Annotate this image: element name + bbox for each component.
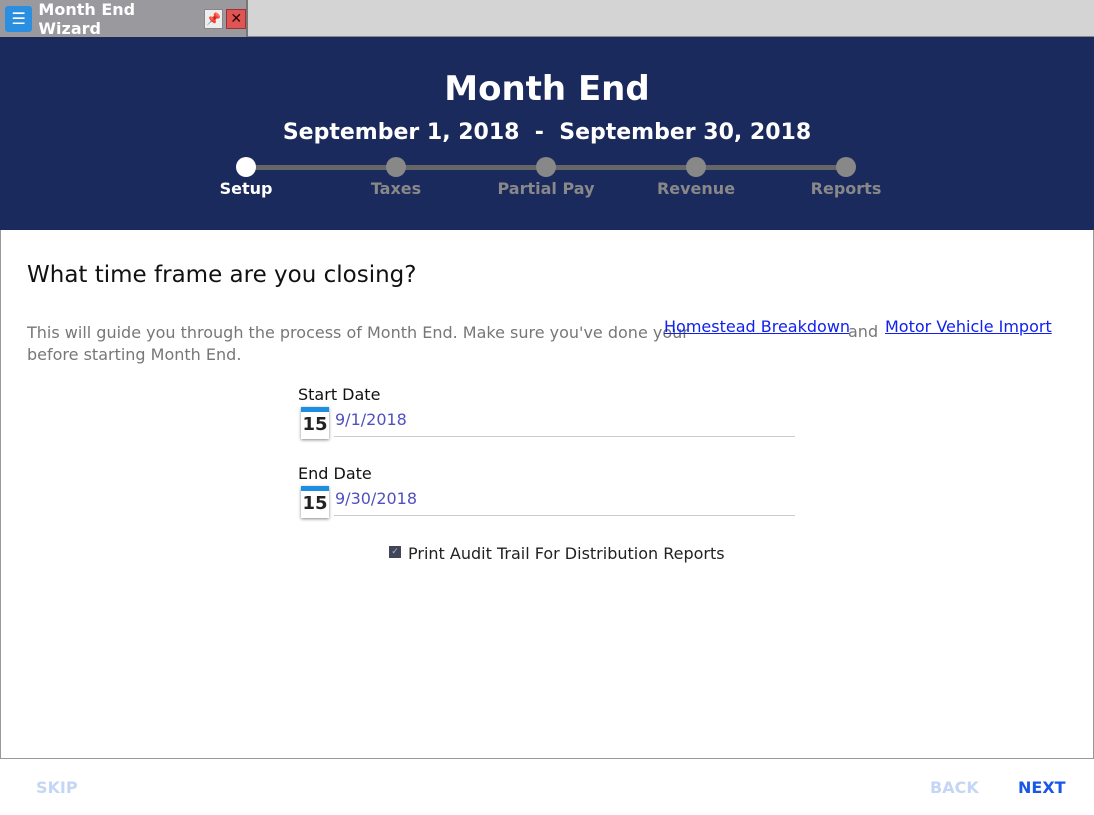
back-button[interactable]: BACK	[930, 778, 979, 797]
main-panel: What time frame are you closing? This wi…	[0, 230, 1094, 759]
tab-bar: ☰ Month End Wizard 📌 ✕	[0, 0, 1094, 38]
and-text: and	[848, 322, 879, 341]
step-partial-pay: Partial Pay	[486, 157, 606, 198]
step-label: Revenue	[656, 179, 736, 198]
checklist-icon: ☰	[5, 5, 33, 32]
step-label: Taxes	[370, 179, 422, 198]
audit-trail-checkbox[interactable]: ✓	[389, 546, 401, 558]
step-label: Partial Pay	[497, 179, 595, 198]
date-range: September 1, 2018 - September 30, 2018	[0, 120, 1094, 145]
description-line1: This will guide you through the process …	[27, 323, 689, 342]
page-title: Month End	[444, 69, 650, 109]
motor-vehicle-import-link[interactable]: Motor Vehicle Import	[885, 317, 1052, 336]
step-dot	[686, 157, 706, 177]
tab-title: Month End Wizard	[38, 0, 136, 38]
range-separator: -	[534, 120, 544, 145]
wizard-header: Month End September 1, 2018 - September …	[0, 37, 1094, 230]
pin-icon[interactable]: 📌	[203, 8, 224, 29]
step-label: Setup	[219, 179, 273, 198]
step-dot	[236, 157, 256, 177]
calendar-icon[interactable]: 15	[301, 407, 329, 439]
calendar-icon[interactable]: 15	[301, 486, 329, 518]
step-dot	[386, 157, 406, 177]
skip-button[interactable]: SKIP	[36, 778, 78, 797]
step-reports: Reports	[786, 157, 906, 198]
step-setup: Setup	[186, 157, 306, 198]
range-start: September 1, 2018	[282, 120, 520, 145]
end-date-input[interactable]: 9/30/2018	[334, 486, 795, 516]
step-dot	[536, 157, 556, 177]
audit-trail-label[interactable]: Print Audit Trail For Distribution Repor…	[408, 544, 725, 563]
description: This will guide you through the process …	[27, 322, 689, 366]
start-date-input[interactable]: 9/1/2018	[334, 407, 795, 437]
start-date-label: Start Date	[298, 385, 381, 404]
step-label: Reports	[810, 179, 882, 198]
close-icon[interactable]: ✕	[226, 8, 247, 29]
step-dot	[836, 157, 856, 177]
description-line2: before starting Month End.	[27, 345, 242, 364]
end-date-label: End Date	[298, 464, 372, 483]
question-heading: What time frame are you closing?	[27, 262, 417, 288]
step-revenue: Revenue	[636, 157, 756, 198]
step-taxes: Taxes	[336, 157, 456, 198]
tab-month-end-wizard[interactable]: ☰ Month End Wizard 📌 ✕	[0, 0, 248, 38]
homestead-breakdown-link[interactable]: Homestead Breakdown	[664, 317, 850, 336]
next-button[interactable]: NEXT	[1018, 778, 1066, 797]
range-end: September 30, 2018	[559, 120, 812, 145]
